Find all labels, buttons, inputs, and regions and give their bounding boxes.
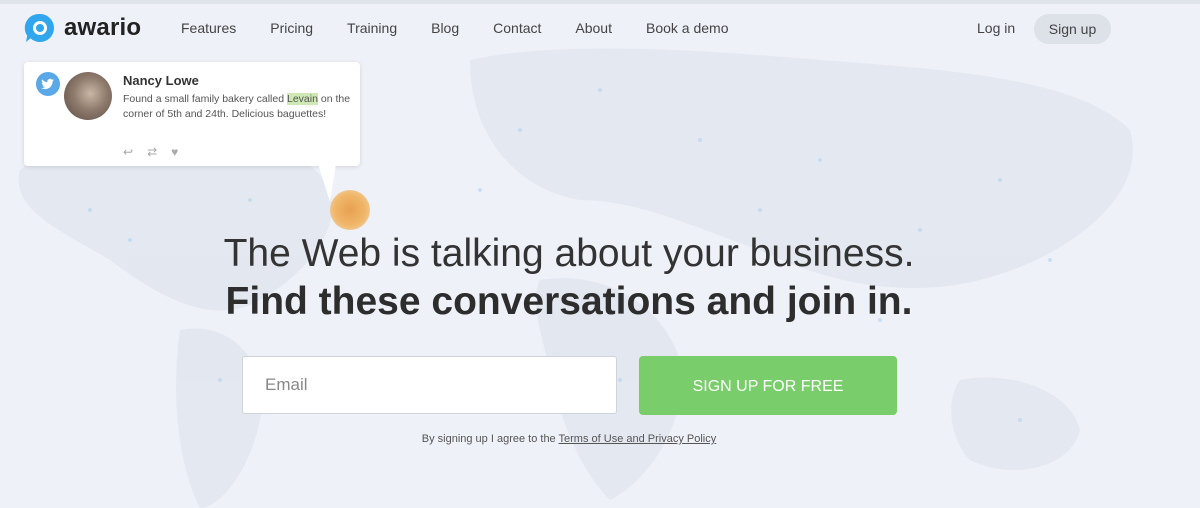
author-avatar — [64, 72, 112, 120]
brand-name: awario — [64, 14, 142, 41]
mention-text-before: Found a small family bakery called — [123, 93, 287, 105]
main-nav: Features Pricing Training Blog Contact A… — [181, 20, 762, 36]
nav-about[interactable]: About — [575, 20, 612, 36]
terms-prefix: By signing up I agree to the — [421, 433, 559, 445]
reply-icon[interactable]: ↩ — [123, 145, 133, 159]
mention-actions: ↩ ⇄ ♥ — [123, 145, 178, 159]
twitter-icon — [36, 72, 60, 96]
nav-contact[interactable]: Contact — [493, 20, 541, 36]
nav-book-a-demo[interactable]: Book a demo — [646, 20, 729, 36]
author-name: Nancy Lowe — [123, 73, 199, 88]
keyword-highlight: Levain — [287, 93, 318, 105]
heart-icon[interactable]: ♥ — [171, 145, 178, 159]
top-border — [0, 0, 1200, 4]
terms-link[interactable]: Terms of Use and Privacy Policy — [559, 433, 717, 445]
nav-features[interactable]: Features — [181, 20, 236, 36]
location-dot — [330, 190, 370, 230]
nav-pricing[interactable]: Pricing — [270, 20, 313, 36]
signup-button[interactable]: Sign up — [1034, 14, 1111, 44]
mention-text: Found a small family bakery called Levai… — [123, 92, 351, 122]
retweet-icon[interactable]: ⇄ — [147, 145, 157, 159]
brand-logo[interactable]: awario — [24, 12, 141, 44]
email-input[interactable] — [242, 356, 617, 414]
nav-blog[interactable]: Blog — [431, 20, 459, 36]
mention-card: Nancy Lowe Found a small family bakery c… — [24, 62, 360, 166]
terms-notice: By signing up I agree to the Terms of Us… — [0, 433, 1200, 445]
hero-headline: The Web is talking about your business. — [223, 232, 915, 275]
awario-logo-icon — [24, 13, 54, 42]
hero-subheadline: Find these conversations and join in. — [225, 280, 913, 323]
card-pointer — [318, 164, 336, 202]
login-link[interactable]: Log in — [977, 20, 1015, 36]
signup-for-free-button[interactable]: SIGN UP FOR FREE — [639, 356, 897, 415]
nav-training[interactable]: Training — [347, 20, 397, 36]
